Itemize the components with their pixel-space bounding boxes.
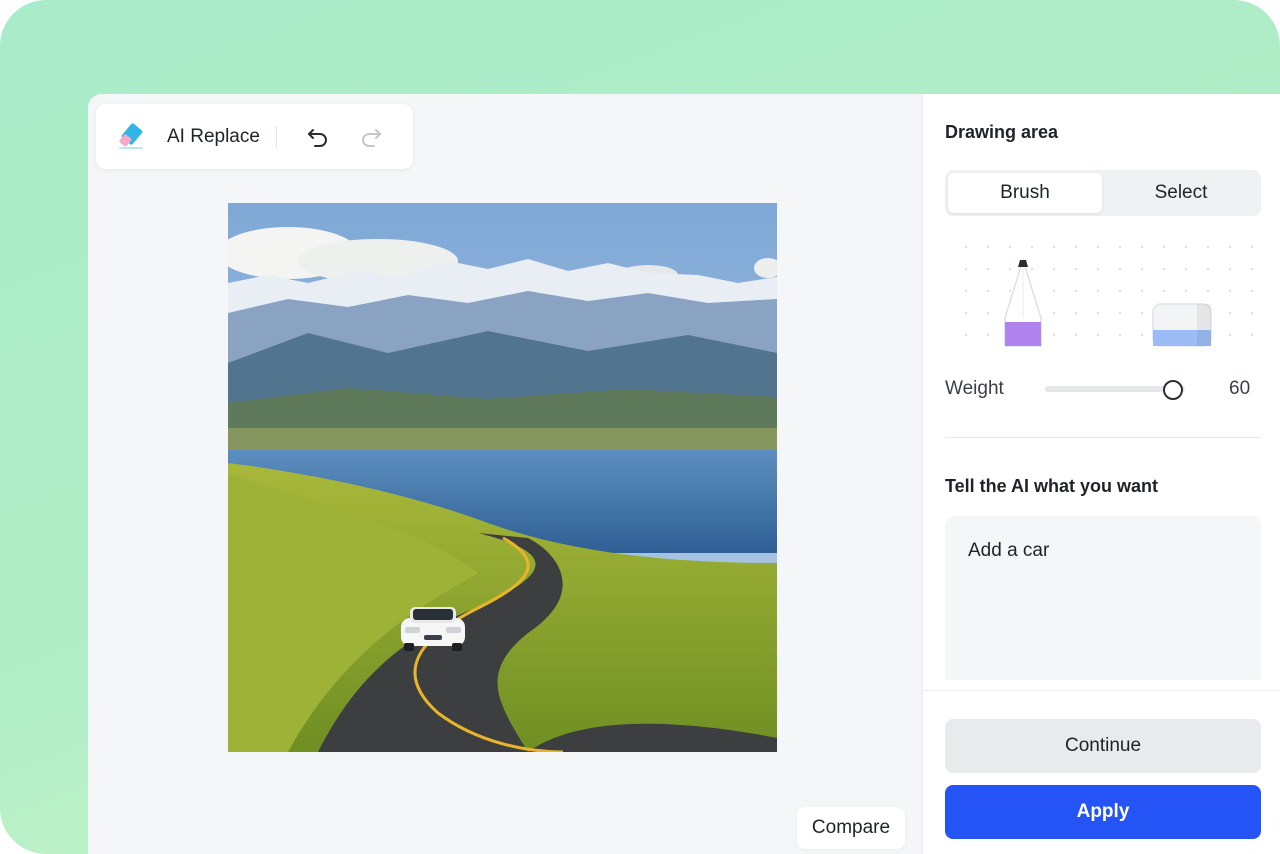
pencil-icon[interactable] [1001,258,1045,350]
tool-title: AI Replace [167,126,260,147]
section-divider [945,437,1261,438]
settings-panel: Drawing area Brush Select Weight 60 Tell… [922,94,1280,854]
tab-select[interactable]: Select [1104,173,1258,213]
compare-button[interactable]: Compare [797,807,905,849]
editor-window: AI Replace Compare Drawing area Brush Se… [88,94,1280,854]
footer-divider [923,690,1280,691]
eraser-icon [119,123,143,149]
weight-slider-handle[interactable] [1163,380,1183,400]
drawing-area-title: Drawing area [945,122,1059,142]
brush-tool-area [945,232,1261,352]
weight-slider[interactable] [1045,380,1185,400]
apply-button[interactable]: Apply [945,785,1261,839]
undo-icon[interactable] [305,124,331,150]
car [401,607,465,651]
app-background: AI Replace Compare Drawing area Brush Se… [0,0,1280,854]
continue-button[interactable]: Continue [945,719,1261,773]
prompt-title: Tell the AI what you want [945,476,1159,496]
weight-label: Weight [945,378,1004,399]
prompt-input[interactable] [945,516,1261,680]
eraser-tool-icon[interactable] [1151,302,1213,348]
redo-icon[interactable] [358,124,384,150]
toolbar-divider [276,126,277,148]
mode-switch: Brush Select [945,170,1261,216]
top-toolbar: AI Replace [96,104,413,169]
edited-image[interactable] [228,203,777,752]
weight-value: 60 [1229,378,1251,399]
tab-brush[interactable]: Brush [948,173,1102,213]
landscape-image [228,203,777,752]
